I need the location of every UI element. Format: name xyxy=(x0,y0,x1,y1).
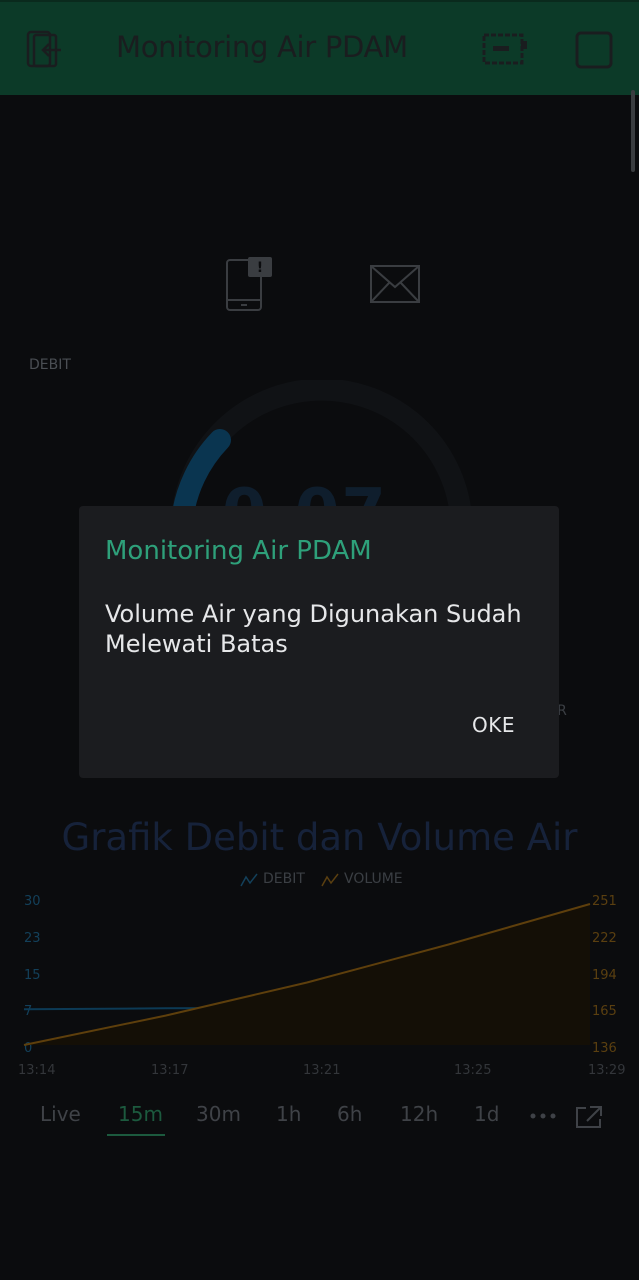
x-tick: 13:29 xyxy=(588,1063,626,1078)
ok-button[interactable]: OKE xyxy=(472,713,515,737)
active-tab-underline xyxy=(107,1134,165,1136)
device-status-icon[interactable] xyxy=(481,31,529,67)
alert-dialog: Monitoring Air PDAM Volume Air yang Digu… xyxy=(79,506,559,778)
x-tick: 13:14 xyxy=(18,1063,56,1078)
open-external-icon[interactable] xyxy=(574,1104,604,1130)
time-range-selector: Live 15m 30m 1h 6h 12h 1d xyxy=(0,1102,639,1142)
tab-6h[interactable]: 6h xyxy=(337,1102,362,1126)
tab-12h[interactable]: 12h xyxy=(400,1102,438,1126)
x-tick: 13:21 xyxy=(303,1063,341,1078)
top-app-bar: Monitoring Air PDAM xyxy=(0,0,639,95)
chart-title: Grafik Debit dan Volume Air xyxy=(61,816,578,859)
svg-text:!: ! xyxy=(257,260,263,276)
phone-notification-icon: ! xyxy=(226,257,272,311)
fullscreen-icon[interactable] xyxy=(574,30,614,70)
dialog-message: Volume Air yang Digunakan Sudah Melewati… xyxy=(105,600,522,658)
logout-icon[interactable] xyxy=(24,29,66,69)
debit-legend-icon xyxy=(240,873,258,887)
series-area-volume xyxy=(24,904,590,1045)
dialog-title: Monitoring Air PDAM xyxy=(105,536,372,566)
email-icon xyxy=(370,265,420,303)
tab-15m[interactable]: 15m xyxy=(118,1102,163,1126)
debit-label: DEBIT xyxy=(29,357,71,373)
tab-30m[interactable]: 30m xyxy=(196,1102,241,1126)
legend-volume: VOLUME xyxy=(344,871,403,887)
x-tick: 13:17 xyxy=(151,1063,189,1078)
x-tick: 13:25 xyxy=(454,1063,492,1078)
tab-live[interactable]: Live xyxy=(40,1102,81,1126)
debit-volume-chart[interactable] xyxy=(0,890,639,1060)
scrollbar[interactable] xyxy=(631,90,635,172)
app-title: Monitoring Air PDAM xyxy=(116,30,408,64)
tab-1h[interactable]: 1h xyxy=(276,1102,301,1126)
legend-debit: DEBIT xyxy=(263,871,305,887)
more-icon[interactable] xyxy=(529,1110,557,1122)
tab-1d[interactable]: 1d xyxy=(474,1102,499,1126)
volume-legend-icon xyxy=(321,873,339,887)
